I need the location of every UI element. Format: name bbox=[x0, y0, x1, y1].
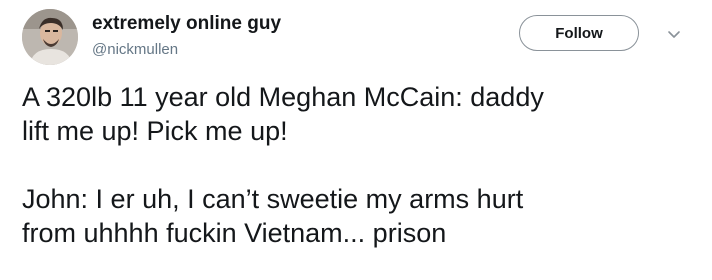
display-name[interactable]: extremely online guy bbox=[92, 13, 281, 35]
tweet-text: A 320lb 11 year old Meghan McCain: daddy… bbox=[22, 80, 702, 250]
avatar-image bbox=[22, 9, 78, 65]
tweet-line: from uhhhh fuckin Vietnam... prison bbox=[22, 218, 447, 248]
tweet-card: extremely online guy @nickmullen Follow … bbox=[0, 0, 712, 280]
paragraph-break bbox=[22, 148, 702, 182]
tweet-line: A 320lb 11 year old Meghan McCain: daddy bbox=[22, 82, 544, 112]
follow-button[interactable]: Follow bbox=[519, 15, 639, 51]
user-handle[interactable]: @nickmullen bbox=[92, 41, 178, 58]
avatar[interactable] bbox=[22, 9, 78, 65]
tweet-line: lift me up! Pick me up! bbox=[22, 116, 288, 146]
chevron-down-icon[interactable] bbox=[667, 27, 681, 38]
tweet-line: John: I er uh, I can’t sweetie my arms h… bbox=[22, 184, 524, 214]
